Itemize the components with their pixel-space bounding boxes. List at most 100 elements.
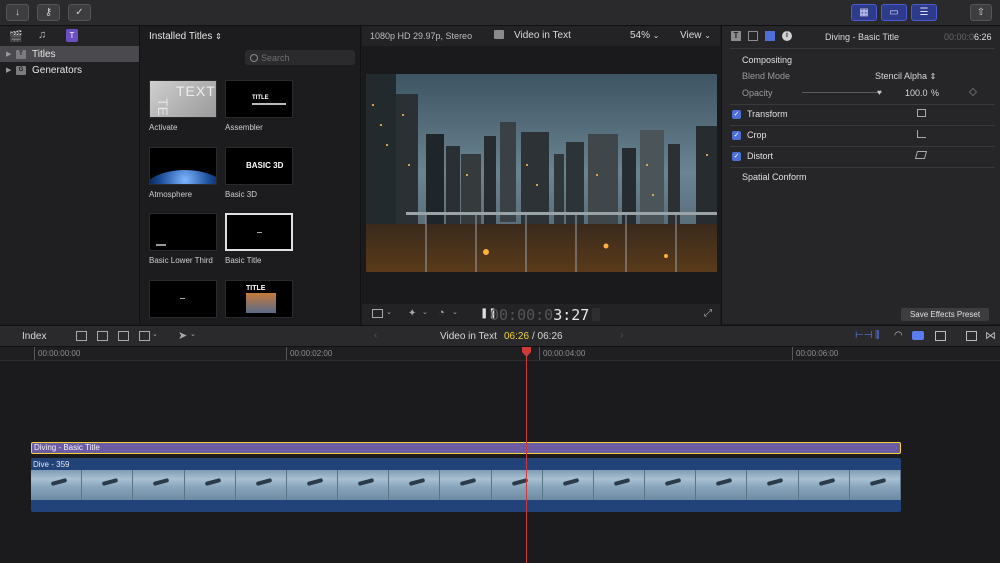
video-frame[interactable] [366,74,717,272]
background-tasks-button[interactable]: ✓ [68,4,91,21]
blend-mode-select[interactable]: Stencil Alpha ⇕ [875,71,936,81]
ruler-label: 00:00:00:00 [38,349,81,358]
title-thumbnail-atmosphere[interactable]: Atmosphere [149,147,219,199]
blend-mode-value: Stencil Alpha [875,71,928,81]
title-thumbnail-basic-lower-third[interactable]: Basic Lower Third [149,213,219,265]
timeline-toggle-button[interactable]: ▭ [881,4,907,21]
inspector-toggle-button[interactable]: ☰ [911,4,937,21]
sidebar-header: 🎬 ♫ T [0,26,140,46]
inspector-view-icon: ☰ [919,7,929,18]
audio-meter-icon [592,308,600,321]
transitions-browser-icon[interactable]: ⋈ [985,329,996,342]
thumbnail-image: TEXT TE [149,80,217,118]
spatial-conform-row[interactable]: Spatial Conform [722,167,1000,187]
magic-wand-icon[interactable]: ✦ [408,308,416,319]
chevron-down-icon[interactable]: ⌄ [152,330,158,338]
zoom-menu[interactable]: 54% ⌄ [630,30,660,41]
view-menu[interactable]: View ⌄ [680,30,711,41]
select-tool-icon[interactable]: ➤ [178,329,187,342]
filmstrip-frame [593,470,646,500]
sidebar-item-generators[interactable]: ▶ G Generators [0,62,139,78]
forward-arrow-icon[interactable]: › [620,330,623,341]
title-inspector-icon[interactable] [748,31,758,41]
playhead-line[interactable] [526,347,527,563]
effects-browser-icon[interactable] [966,331,977,341]
title-clip[interactable]: Diving - Basic Title [31,442,901,454]
disclosure-triangle-icon[interactable]: ▶ [6,50,16,58]
crop-row[interactable]: ✓ Crop [722,125,1000,145]
search-input[interactable]: Search [245,50,355,65]
keyword-button[interactable]: ⚷ [37,4,60,21]
chevron-down-icon[interactable]: ⌄ [422,308,428,316]
title-thumbnail-8[interactable]: TITLE [225,280,295,318]
headphones-icon[interactable]: ◠ [894,330,903,341]
music-icon[interactable]: ♫ [38,29,46,41]
browser-title[interactable]: Installed Titles ⇕ [149,31,222,42]
thumbnail-text: TEXT [176,83,216,99]
chevron-down-icon[interactable]: ⌄ [386,308,392,316]
skimming-icon[interactable]: ⊢⊣ [855,330,872,341]
connect-clip-icon[interactable] [76,331,87,341]
text-inspector-icon[interactable]: T [731,31,741,41]
video-inspector-icon[interactable] [765,31,775,41]
timeline[interactable]: 00:00:00:00 00:00:02:00 00:00:04:00 00:0… [0,347,1000,563]
title-thumbnail-7[interactable] [149,280,219,318]
timeline-ruler[interactable]: 00:00:00:00 00:00:02:00 00:00:04:00 00:0… [0,347,1000,361]
timeline-project-name: Video in Text [440,331,497,342]
distort-row[interactable]: ✓ Distort [722,146,1000,166]
share-button[interactable]: ⇧ [970,4,992,21]
chevron-down-icon[interactable]: ⌄ [452,308,458,316]
fullscreen-icon[interactable]: ⤢ [704,308,712,319]
titles-generators-icon[interactable]: T [66,29,78,42]
title-thumbnail-activate[interactable]: TEXT TE Activate [149,80,219,132]
disclosure-triangle-icon[interactable]: ▶ [6,66,16,74]
info-icon[interactable]: i [782,31,792,41]
crop-label: Crop [747,130,767,140]
chevron-down-icon[interactable]: ⌄ [190,330,196,338]
thumbnail-label: Basic Title [225,256,262,265]
planet-shape [150,170,216,184]
clapper-icon [494,30,504,39]
title-thumbnail-basic-3d[interactable]: BASIC 3D Basic 3D [225,147,295,199]
timeline-index-button[interactable]: Index [22,331,46,342]
opacity-value[interactable]: 100.0 [905,88,928,98]
browser-toggle-button[interactable]: ▦ [851,4,877,21]
transform-onscreen-icon[interactable] [917,109,926,117]
thumbnail-image [149,147,217,185]
ruler-tick [792,347,793,360]
opacity-slider-knob[interactable]: ♥ [877,88,882,97]
clip-appearance-icon[interactable] [935,331,946,341]
crop-checkbox[interactable]: ✓ [732,130,741,140]
spatial-conform-label: Spatial Conform [742,172,807,182]
crop-onscreen-icon[interactable] [917,130,926,138]
keyframe-icon[interactable] [968,87,978,97]
sidebar-item-titles[interactable]: ▶ T Titles [0,46,139,62]
video-clip[interactable]: Dive - 359 [31,458,901,512]
insert-clip-icon[interactable] [97,331,108,341]
back-arrow-icon[interactable]: ‹ [374,330,377,341]
thumbnail-line [180,298,185,299]
clapper-icon[interactable]: 🎬 [9,30,23,43]
inspector-clip-name: Diving - Basic Title [825,32,900,42]
append-clip-icon[interactable] [118,331,129,341]
thumbnail-label: Basic 3D [225,190,258,199]
filmstrip-frame [338,470,390,500]
timecode-dim: 00:00:0 [490,306,554,324]
title-thumbnail-assembler[interactable]: TITLE Assembler [225,80,295,132]
speed-icon[interactable]: ◔ [438,307,445,319]
distort-checkbox[interactable]: ✓ [732,151,741,161]
overwrite-clip-icon[interactable] [139,331,150,341]
snapping-icon[interactable] [912,331,924,340]
timeline-toolbar: Index ⌄ ➤ ⌄ ‹ Video in Text 06:26 / 06:2… [0,325,1000,347]
title-thumbnail-basic-title[interactable]: Basic Title [225,213,295,265]
transform-row[interactable]: ✓ Transform [722,104,1000,124]
import-button[interactable]: ↓ [6,4,29,21]
audio-skimming-icon[interactable]: ⫼ [875,330,880,341]
opacity-slider-track[interactable] [802,92,882,93]
transform-checkbox[interactable]: ✓ [732,109,741,119]
crop-tool-icon[interactable] [372,309,383,318]
save-effects-preset-button[interactable]: Save Effects Preset [901,308,989,321]
viewer [362,46,720,304]
distort-onscreen-icon[interactable] [914,151,928,159]
thumbnail-text-rotated: TE [154,98,171,116]
